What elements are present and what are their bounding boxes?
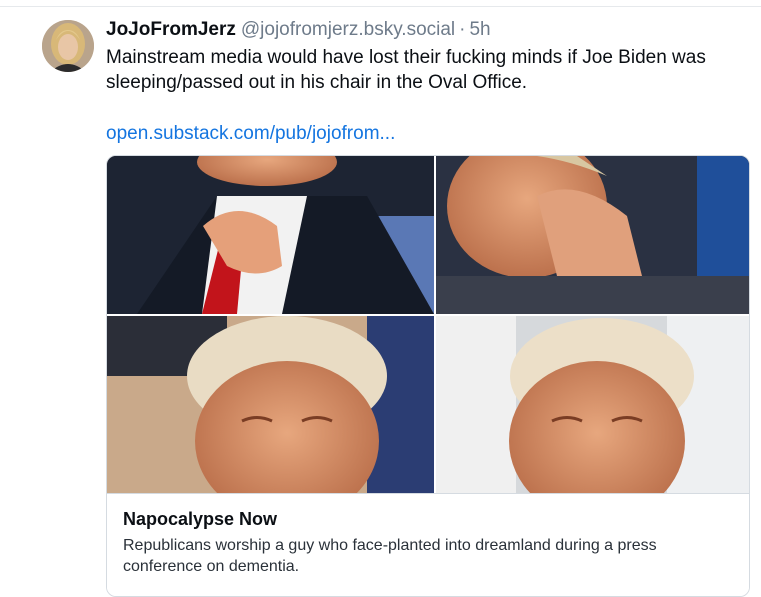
- header-separator: ·: [459, 19, 466, 40]
- card-body: Napocalypse Now Republicans worship a gu…: [107, 493, 749, 596]
- author-handle[interactable]: @jojofromjerz.bsky.social: [241, 19, 455, 40]
- avatar-photo-icon: [42, 20, 94, 72]
- post-link[interactable]: open.substack.com/pub/jojofrom...: [106, 121, 395, 146]
- author-display-name[interactable]: JoJoFromJerz: [106, 19, 236, 40]
- card-image[interactable]: [107, 156, 749, 493]
- photo-collage-icon: [107, 156, 749, 493]
- post-timestamp[interactable]: 5h: [469, 19, 490, 40]
- author-avatar[interactable]: [42, 20, 94, 72]
- post-body-text: Mainstream media would have lost their f…: [106, 47, 706, 93]
- top-divider: [0, 6, 761, 7]
- link-preview-card[interactable]: Napocalypse Now Republicans worship a gu…: [106, 155, 750, 597]
- post-header: JoJoFromJerz @jojofromjerz.bsky.social · 5h: [106, 18, 491, 42]
- card-title[interactable]: Napocalypse Now: [123, 508, 733, 530]
- card-description: Republicans worship a guy who face-plant…: [123, 537, 657, 575]
